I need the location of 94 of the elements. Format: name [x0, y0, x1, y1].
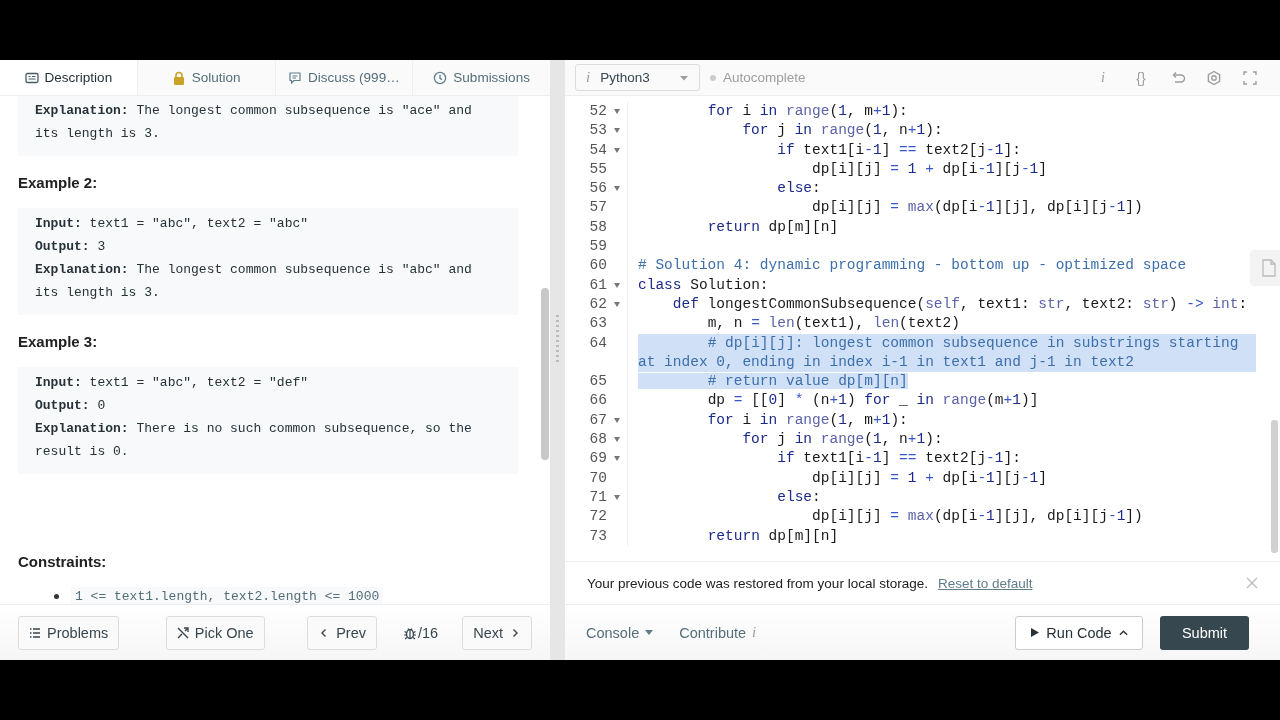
code-line: dp[i][j] = max(dp[i-1][j], dp[i][j-1])	[811, 199, 1143, 216]
example-text: Input: text1 = "abc", text2 = "def"	[35, 374, 310, 392]
fold-arrow-icon[interactable]	[614, 495, 620, 501]
caret-icon	[645, 630, 654, 635]
chat-icon	[288, 70, 303, 85]
code-line: m, n = len(text1), len(text2)	[706, 315, 960, 332]
code-line: if text1[i-1] == text2[j-1]:	[776, 141, 1021, 158]
fold-arrow-icon[interactable]	[614, 456, 620, 462]
play-icon	[1030, 628, 1040, 637]
fold-arrow-icon[interactable]	[614, 109, 620, 115]
line-number: 62	[589, 294, 607, 314]
chevron-up-icon	[1118, 628, 1128, 637]
line-number: 69	[589, 449, 607, 469]
example-text: Output: 0	[35, 397, 107, 415]
line-number: 64	[589, 333, 607, 353]
line-number: 54	[589, 140, 607, 160]
run-code-button[interactable]: Run Code	[1015, 615, 1143, 650]
line-number: 67	[589, 410, 607, 430]
line-number: 61	[589, 275, 607, 295]
problem-counter: /16	[418, 624, 439, 641]
caret-icon	[679, 74, 689, 81]
line-number: 52	[589, 102, 607, 121]
line-number: 58	[589, 217, 607, 237]
code-line: for j in range(1, n+1):	[741, 431, 943, 448]
line-number: 55	[589, 159, 607, 179]
line-number: 53	[589, 121, 607, 141]
line-number: 63	[589, 314, 607, 334]
line-number: 72	[589, 507, 607, 527]
scrollbar-thumb[interactable]	[541, 288, 549, 460]
example-text: Explanation: There is no such common subsequence, so the result is 0.	[35, 420, 473, 461]
section-heading: Constraints:	[18, 553, 108, 570]
line-number: 70	[589, 468, 607, 488]
fold-arrow-icon[interactable]	[614, 417, 620, 423]
code-line: for i in range(1, m+1):	[706, 103, 908, 119]
bullet-icon	[54, 594, 59, 599]
code-line: dp = [[0] * (n+1) for _ in range(m+1)]	[706, 392, 1039, 409]
line-number: 60	[589, 256, 607, 276]
bug-icon	[403, 625, 417, 640]
reset-link[interactable]: Reset to default	[937, 575, 1033, 591]
status-dot-icon	[710, 74, 716, 81]
example-text: Input: text1 = "abc", text2 = "abc"	[35, 215, 310, 233]
pick-one-button[interactable]: Pick One	[165, 615, 265, 650]
reset-icon[interactable]	[1170, 69, 1186, 86]
scrollbar-thumb[interactable]	[1271, 420, 1278, 553]
fold-arrow-icon[interactable]	[614, 128, 620, 134]
line-number: 57	[589, 198, 607, 218]
code-line: if text1[i-1] == text2[j-1]:	[776, 450, 1021, 467]
restore-message: Your previous code was restored from your local storage.	[587, 575, 928, 591]
code-line: class Solution:	[638, 276, 769, 293]
document-icon	[1262, 259, 1276, 277]
language-select[interactable]: i Python3	[575, 64, 700, 91]
document-icon	[24, 70, 39, 85]
code-line: # Solution 4: dynamic programming - bottom up - optimized space	[638, 257, 1187, 274]
code-line: dp[i][j] = 1 + dp[i-1][j-1]	[811, 469, 1047, 486]
line-number: 66	[589, 391, 607, 411]
constraint-text: 1 <= text1.length, text2.length <= 1000	[71, 587, 384, 604]
code-line: for i in range(1, m+1):	[706, 411, 908, 428]
problems-button[interactable]: Problems	[18, 615, 120, 650]
prev-button[interactable]: Prev	[307, 615, 377, 650]
code-line: else:	[776, 488, 821, 505]
shuffle-icon	[176, 626, 189, 639]
example-text: Output: 3	[35, 238, 107, 256]
code-line: def longestCommonSubsequence(self, text1: str, text2: str) -> int:	[671, 295, 1248, 312]
code-line: dp[i][j] = max(dp[i-1][j], dp[i][j-1])	[811, 508, 1143, 525]
fold-arrow-icon[interactable]	[614, 282, 620, 288]
fold-arrow-icon[interactable]	[614, 147, 620, 153]
section-heading: Example 2:	[18, 174, 99, 191]
fold-arrow-icon[interactable]	[614, 302, 620, 308]
code-line: for j in range(1, n+1):	[741, 122, 943, 139]
code-line: dp[i][j] = 1 + dp[i-1][j-1]	[811, 160, 1047, 177]
settings-icon[interactable]	[1206, 69, 1222, 86]
line-number: 65	[589, 372, 607, 392]
code-line: # dp[i][j]: longest common subsequence in substrings starting at index 0, ending in index i-1 in text1 and j-1 in text2	[638, 334, 1240, 370]
line-number: 56	[589, 179, 607, 199]
console-button[interactable]: Console	[586, 624, 654, 641]
clock-icon	[433, 70, 448, 85]
lock-icon	[171, 70, 186, 85]
section-heading: Example 3:	[18, 333, 99, 350]
line-number: 59	[589, 237, 607, 257]
code-line: return dp[m][n]	[706, 218, 839, 235]
example-text: Explanation: The longest common subsequence is "ace" and its length is 3.	[35, 102, 473, 143]
code-line: else:	[776, 180, 821, 197]
problem-tab[interactable]: Description	[0, 60, 137, 95]
code-line: return dp[m][n]	[706, 527, 839, 544]
list-icon	[29, 626, 41, 639]
submit-button[interactable]: Submit	[1160, 615, 1249, 650]
fold-arrow-icon[interactable]	[614, 437, 620, 443]
next-button[interactable]: Next	[462, 615, 532, 650]
fold-arrow-icon[interactable]	[614, 186, 620, 192]
line-number: 73	[589, 526, 607, 546]
example-text: Explanation: The longest common subsequence is "abc" and its length is 3.	[35, 261, 473, 302]
line-number: 68	[589, 430, 607, 450]
line-number: 71	[589, 487, 607, 507]
contribute-button[interactable]: Contribute i	[679, 624, 757, 641]
